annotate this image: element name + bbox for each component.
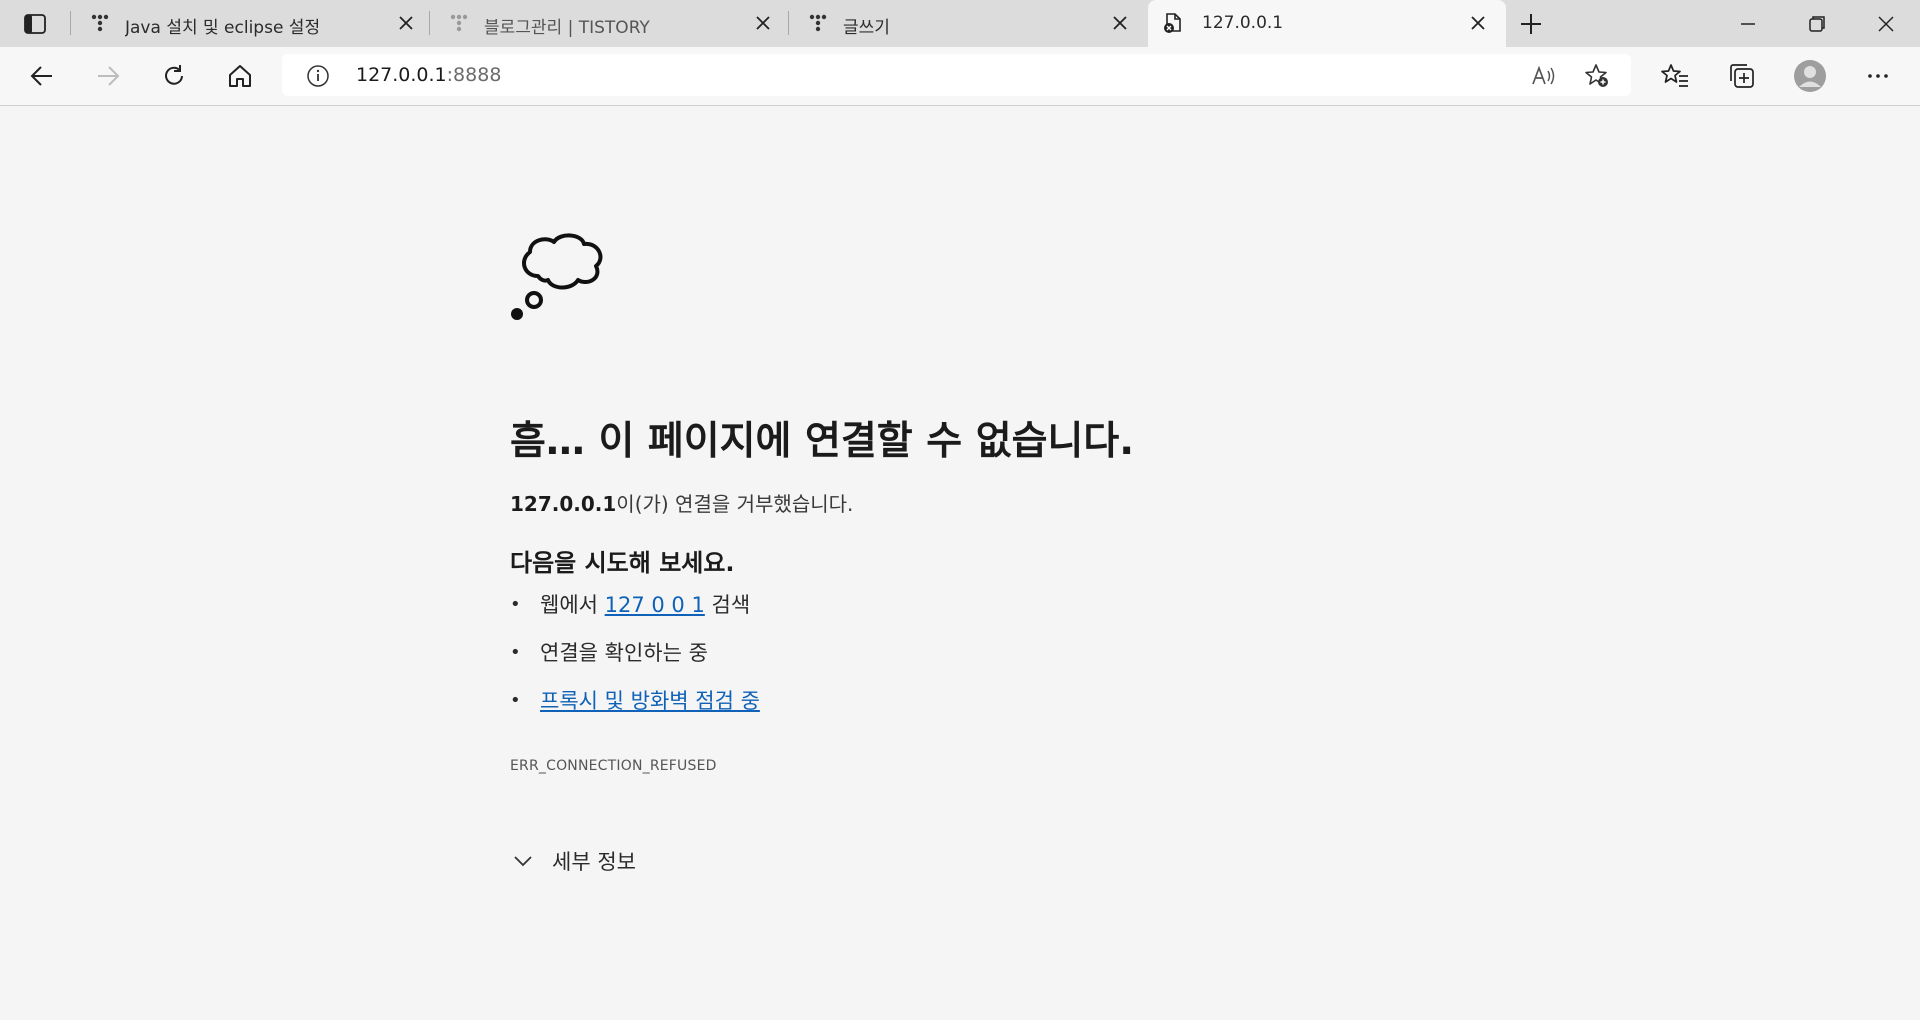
suggestions-list: 웹에서 127 0 0 1 검색 연결을 확인하는 중 프록시 및 방화벽 점검… [510,591,760,735]
details-label: 세부 정보 [552,850,636,874]
tab-java-eclipse[interactable]: Java 설치 및 eclipse 설정 [72,0,428,47]
proxy-firewall-link[interactable]: 프록시 및 방화벽 점검 중 [540,689,760,713]
tistory-icon [91,14,109,32]
error-page-icon [1164,13,1181,33]
details-toggle[interactable]: 세부 정보 [512,846,636,876]
suggestion-text: 검색 [704,593,751,617]
error-description-text: 이(가) 연결을 거부했습니다. [616,492,854,516]
tistory-icon [450,14,468,32]
tab-actions-icon [24,14,46,34]
address-bar[interactable]: 127.0.0.1:8888 [282,54,1631,96]
suggestion-search: 웹에서 127 0 0 1 검색 [510,591,760,639]
add-favorite-icon[interactable] [1584,63,1610,89]
thought-cloud-icon [511,233,603,320]
browser-toolbar: 127.0.0.1:8888 [0,47,1920,106]
refused-host: 127.0.0.1 [510,492,617,516]
more-menu-icon[interactable] [1863,61,1893,91]
tab-title: Java 설치 및 eclipse 설정 [125,18,321,38]
minimize-icon[interactable] [1736,12,1760,36]
chevron-down-icon [514,856,532,867]
tab-localhost-active[interactable]: 127.0.0.1 [1148,0,1506,47]
close-tab-icon[interactable] [396,13,416,33]
tab-strip: Java 설치 및 eclipse 설정 블로그관리 | TISTORY 글쓰기… [0,0,1920,47]
tistory-icon [809,14,827,32]
close-tab-icon[interactable] [1468,13,1488,33]
forward-button[interactable] [93,61,123,91]
url-host: 127.0.0.1 [356,64,447,86]
tab-write-post[interactable]: 글쓰기 [790,0,1146,47]
profile-avatar-icon[interactable] [1793,59,1827,93]
suggestion-proxy-firewall: 프록시 및 방화벽 점검 중 [510,687,760,735]
back-arrow-icon [30,66,52,86]
suggestion-text: 웹에서 [540,593,605,617]
collections-icon[interactable] [1727,61,1757,91]
forward-arrow-icon [98,66,120,86]
search-web-link[interactable]: 127 0 0 1 [605,593,705,617]
home-icon [229,65,251,87]
refresh-button[interactable] [159,61,189,91]
address-url[interactable]: 127.0.0.1:8888 [356,64,501,86]
new-tab-button[interactable] [1518,11,1544,37]
error-heading: 흠… 이 페이지에 연결할 수 없습니다. [510,419,1135,464]
read-aloud-icon[interactable] [1530,63,1556,89]
tab-title: 127.0.0.1 [1202,13,1284,33]
tab-separator [70,11,71,35]
home-button[interactable] [225,61,255,91]
close-window-icon[interactable] [1874,12,1898,36]
suggestion-text: 연결을 확인하는 중 [540,641,708,665]
restore-icon[interactable] [1805,12,1829,36]
tab-separator [429,11,430,35]
close-tab-icon[interactable] [753,13,773,33]
close-tab-icon[interactable] [1110,13,1130,33]
tab-blog-admin[interactable]: 블로그관리 | TISTORY [431,0,787,47]
error-description: 127.0.0.1이(가) 연결을 거부했습니다. [510,488,853,517]
tab-separator [788,11,789,35]
tab-title: 블로그관리 | TISTORY [484,18,650,38]
tab-actions-button[interactable] [20,12,50,36]
error-page: 흠… 이 페이지에 연결할 수 없습니다. 127.0.0.1이(가) 연결을 … [0,106,1920,1020]
url-port: :8888 [446,64,502,86]
site-info-icon[interactable] [306,64,330,88]
tab-title: 글쓰기 [843,18,890,38]
back-button[interactable] [27,61,57,91]
refresh-icon [165,65,183,85]
error-code: ERR_CONNECTION_REFUSED [510,758,717,774]
suggestion-check-connection: 연결을 확인하는 중 [510,639,760,687]
favorites-icon[interactable] [1660,61,1690,91]
try-heading: 다음을 시도해 보세요. [510,549,735,577]
